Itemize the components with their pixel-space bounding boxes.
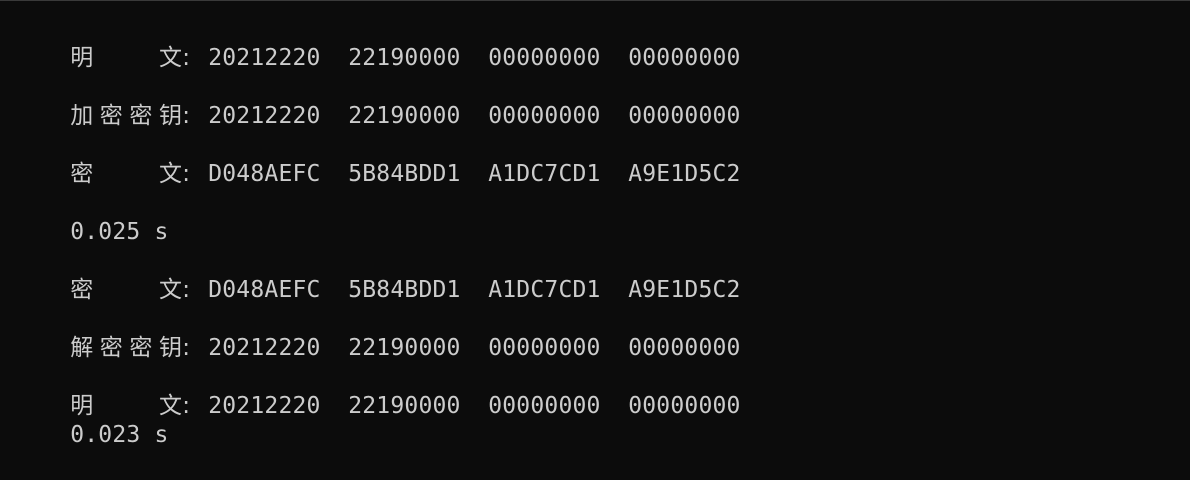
hex-word: 22190000 [348,45,461,71]
line-colon: : [182,161,191,187]
console-line-plaintext: 明 文: 20212220 22190000 00000000 00000000 [14,13,768,71]
hex-word: D048AEFC [208,277,321,303]
console-line-ciphertext-2: 密 文: D048AEFC 5B84BDD1 A1DC7CD1 A9E1D5C2 [14,245,768,303]
line-colon: : [182,45,191,71]
hex-word: A9E1D5C2 [628,277,741,303]
hex-word: D048AEFC [208,161,321,187]
line-colon: : [182,393,191,419]
hex-word: 00000000 [628,335,741,361]
hex-word: 5B84BDD1 [348,161,461,187]
line-colon: : [182,103,191,129]
hex-word: 00000000 [628,393,741,419]
hex-word: 20212220 [208,335,321,361]
hex-word: 22190000 [348,335,461,361]
line-label: 加密密钥 [70,103,183,129]
hex-word: A1DC7CD1 [488,277,601,303]
hex-word: 22190000 [348,393,461,419]
hex-word: 00000000 [488,335,601,361]
hex-word: 00000000 [488,45,601,71]
console-line-plaintext-2: 明 文: 20212220 22190000 00000000 00000000 [14,361,768,419]
hex-word: 22190000 [348,103,461,129]
console-output: 明 文: 20212220 22190000 00000000 00000000 加密密… [14,0,1184,448]
elapsed-time: 0.023 s [70,422,169,448]
hex-word: 00000000 [628,103,741,129]
hex-word: A1DC7CD1 [488,161,601,187]
console-line-decrypt-key: 解密密钥: 20212220 22190000 00000000 00000000 [14,303,768,361]
hex-word: 00000000 [488,393,601,419]
hex-word: 5B84BDD1 [348,277,461,303]
hex-word: 20212220 [208,393,321,419]
elapsed-time: 0.025 s [70,219,169,245]
hex-word: A9E1D5C2 [628,161,741,187]
hex-word: 20212220 [208,45,321,71]
console-line-encrypt-key: 加密密钥: 20212220 22190000 00000000 00000000 [14,71,768,129]
console-line-encrypt-time: 0.025 s [14,187,169,245]
line-label: 解密密钥 [70,335,183,361]
line-label: 密 文 [70,161,183,187]
line-colon: : [182,335,191,361]
line-label: 明 文 [70,45,183,71]
hex-word: 20212220 [208,103,321,129]
console-line-ciphertext: 密 文: D048AEFC 5B84BDD1 A1DC7CD1 A9E1D5C2 [14,129,768,187]
line-colon: : [182,277,191,303]
hex-word: 00000000 [488,103,601,129]
hex-word: 00000000 [628,45,741,71]
console-line-decrypt-time: 0.023 s [14,390,169,448]
line-label: 密 文 [70,277,183,303]
